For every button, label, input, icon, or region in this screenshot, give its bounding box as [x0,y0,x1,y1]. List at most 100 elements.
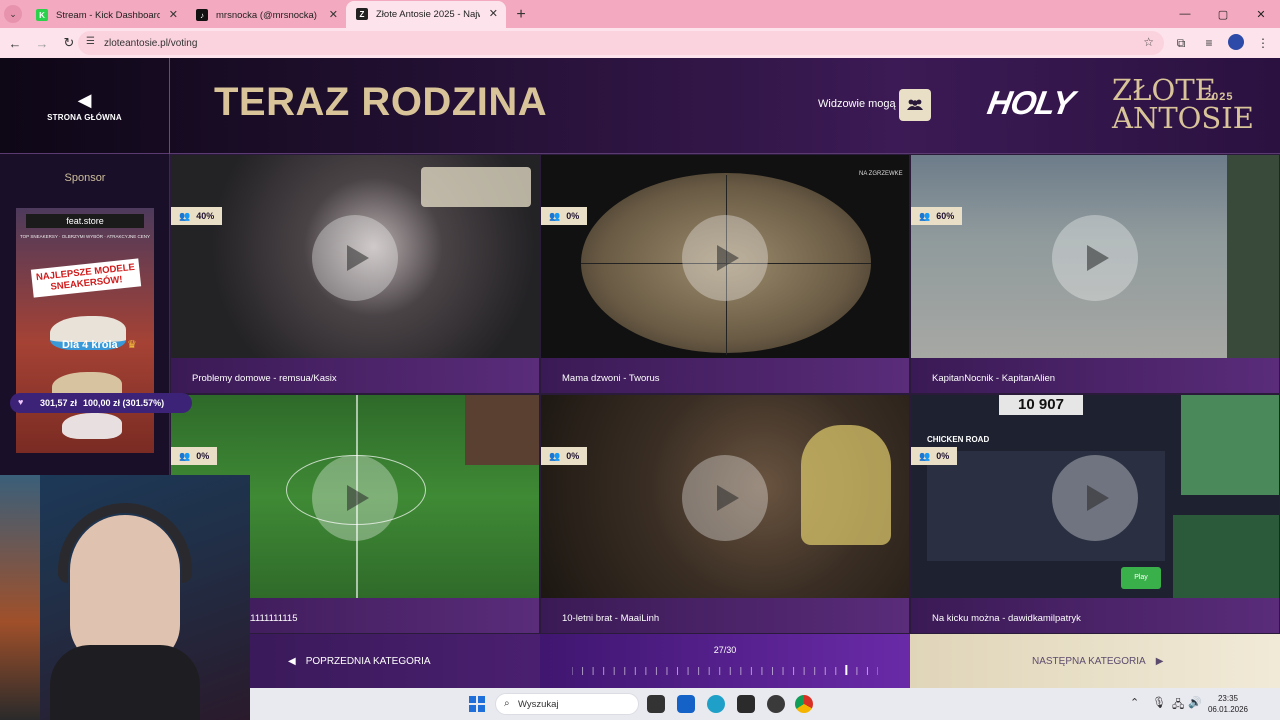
play-button[interactable] [312,455,398,541]
counter-overlay: 10 907 [999,395,1083,415]
task-view-icon[interactable] [647,695,665,713]
play-icon [347,485,369,511]
video-caption: Mama dzwoni - Tworus [541,358,909,393]
browser-tab-kick[interactable]: K Stream - Kick Dashboard ✕ [26,2,186,28]
browser-tab-tiktok[interactable]: ♪ mrsnocka (@mrsnocka) prowadzi ✕ [186,2,346,28]
close-tab-button[interactable]: ✕ [329,8,338,21]
forward-button[interactable]: → [30,31,54,55]
overlay-text: NA ZGRZEWKE [859,171,903,177]
site-header: ◀ STRONA GŁÓWNA TERAZ RODZINA Widzowie m… [0,58,1280,154]
play-button[interactable] [682,215,768,301]
more-menu-icon[interactable]: ⋮ [1254,34,1272,52]
sponsor-ad[interactable]: feat.store TOP SNEAKERSY · OLBRZYMI WYBÓ… [16,208,154,453]
notes-app-icon[interactable] [737,695,755,713]
search-placeholder: Wyszukaj [518,698,559,710]
progress-text: 27/30 [713,645,737,655]
viewers-label: Widzowie mogą [818,98,896,110]
vote-percent-badge: 👥 0% [541,447,588,465]
home-label: STRONA GŁÓWNA [47,112,122,122]
chrome-icon[interactable] [795,695,813,713]
outlook-icon[interactable] [677,695,695,713]
start-button[interactable] [469,696,485,712]
donation-amount: 301,57 zł [40,398,78,408]
vote-percent: 60% [936,211,955,221]
play-button[interactable] [682,455,768,541]
play-button[interactable] [312,215,398,301]
play-button[interactable] [1052,455,1138,541]
sneaker-image [62,413,122,439]
facecam-panel [465,395,539,465]
site-info-icon[interactable]: ☰ [86,36,95,47]
obs-icon[interactable] [767,695,785,713]
chevron-down-icon: ⌄ [4,5,22,23]
vote-percent-badge: 👥 0% [911,447,958,465]
tab-search-button[interactable]: ⌄ [0,0,26,28]
tiktok-icon: ♪ [196,9,208,21]
video-card[interactable]: 👥 0% 10-letni brat - MaaiLinh [540,394,910,634]
close-window-button[interactable]: ✕ [1242,0,1280,28]
edge-icon[interactable] [707,695,725,713]
vote-percent-badge: 👥 60% [911,207,963,225]
tab-title: mrsnocka (@mrsnocka) prowadzi [216,9,320,21]
maximize-button[interactable]: ▢ [1204,0,1242,28]
holy-logo: HOLY [984,84,1077,121]
users-icon[interactable] [899,89,931,121]
clock-date: 06.01.2026 [1207,705,1249,714]
vote-percent-badge: 👥 40% [171,207,223,225]
video-card[interactable]: NA ZGRZEWKE 👥 0% Mama dzwoni - Tworus [540,154,910,394]
logo-antosie-text: ANTOSIE [1112,101,1254,135]
facecam-panel [1173,515,1279,599]
previous-category-button[interactable]: ◀ POPRZEDNIA KATEGORIA [250,634,540,688]
side-camera-panel [1227,155,1279,359]
users-icon: 👥 [179,210,191,221]
video-card[interactable]: 👥 60% KapitanNocnik - KapitanAlien [910,154,1280,394]
play-button[interactable] [1052,215,1138,301]
users-icon: 👥 [919,210,931,221]
next-category-label: NASTĘPNA KATEGORIA [1032,655,1146,667]
new-tab-button[interactable]: + [506,2,536,28]
streamer-webcam [0,475,250,720]
vote-percent: 40% [196,211,215,221]
person-shirt [801,425,891,545]
windows-logo-icon [478,696,485,703]
video-caption: KapitanNocnik - KapitanAlien [911,358,1279,393]
microphone-icon[interactable]: 🎙 [1152,696,1166,709]
media-controls-icon[interactable]: ≡ [1200,34,1218,52]
back-button[interactable]: ← [3,31,27,55]
vote-percent: 0% [566,211,580,221]
users-icon: 👥 [919,450,931,461]
stream-overlay-image [421,167,531,207]
video-caption: 10-letni brat - MaaiLinh [541,598,909,633]
network-icon[interactable]: 🖧 [1172,696,1184,715]
vote-percent-badge: 👥 0% [541,207,588,225]
video-card[interactable]: 10 907 CHICKEN ROAD Play 👥 0% Na kicku mo… [910,394,1280,634]
close-tab-button[interactable]: ✕ [169,8,178,21]
page-title: TERAZ RODZINA [214,80,548,124]
browser-tab-bar: ⌄ K Stream - Kick Dashboard ✕ ♪ mrsnocka… [0,0,1280,28]
donation-goal: 100,00 zł (301.57%) [83,398,165,408]
background-shelf [0,475,40,720]
taskbar-clock[interactable]: 23:35 06.01.2026 [1200,693,1256,715]
donation-goal-bar: ♥ 301,57 zł 100,00 zł (301.57%) [10,393,192,413]
windows-logo-icon [478,705,485,712]
headphones [58,503,192,583]
sponsor-tagline: TOP SNEAKERSY · OLBRZYMI WYBÓR · ATRAKCY… [20,234,150,239]
next-category-button[interactable]: NASTĘPNA KATEGORIA ▶ [910,634,1280,688]
search-icon: ⌕ [504,698,510,709]
video-caption: Problemy domowe - remsua/Kasix [171,358,539,393]
close-tab-button[interactable]: ✕ [489,7,498,20]
taskbar-search[interactable]: ⌕ Wyszukaj [495,693,639,715]
zlote-antosie-logo: ZŁOTE ANTOSIE [1112,76,1254,135]
minimize-button[interactable]: — [1166,0,1204,28]
tray-chevron-icon[interactable]: ⌃ [1130,696,1139,709]
users-glyph [907,99,923,110]
address-bar[interactable]: ☰ zloteantosie.pl/voting ☆ [78,31,1164,55]
home-button[interactable]: ◀ STRONA GŁÓWNA [0,58,170,154]
browser-tab-zlote-antosie[interactable]: Z Złote Antosie 2025 - Najwięk ✕ [346,1,506,28]
extensions-icon[interactable]: ⧉ [1172,34,1190,52]
video-card[interactable]: 👥 40% Problemy domowe - remsua/Kasix [170,154,540,394]
play-icon [717,485,739,511]
profile-avatar-icon[interactable] [1228,34,1244,50]
category-progress: 27/30 [540,634,910,688]
bookmark-star-icon[interactable]: ☆ [1143,35,1154,49]
